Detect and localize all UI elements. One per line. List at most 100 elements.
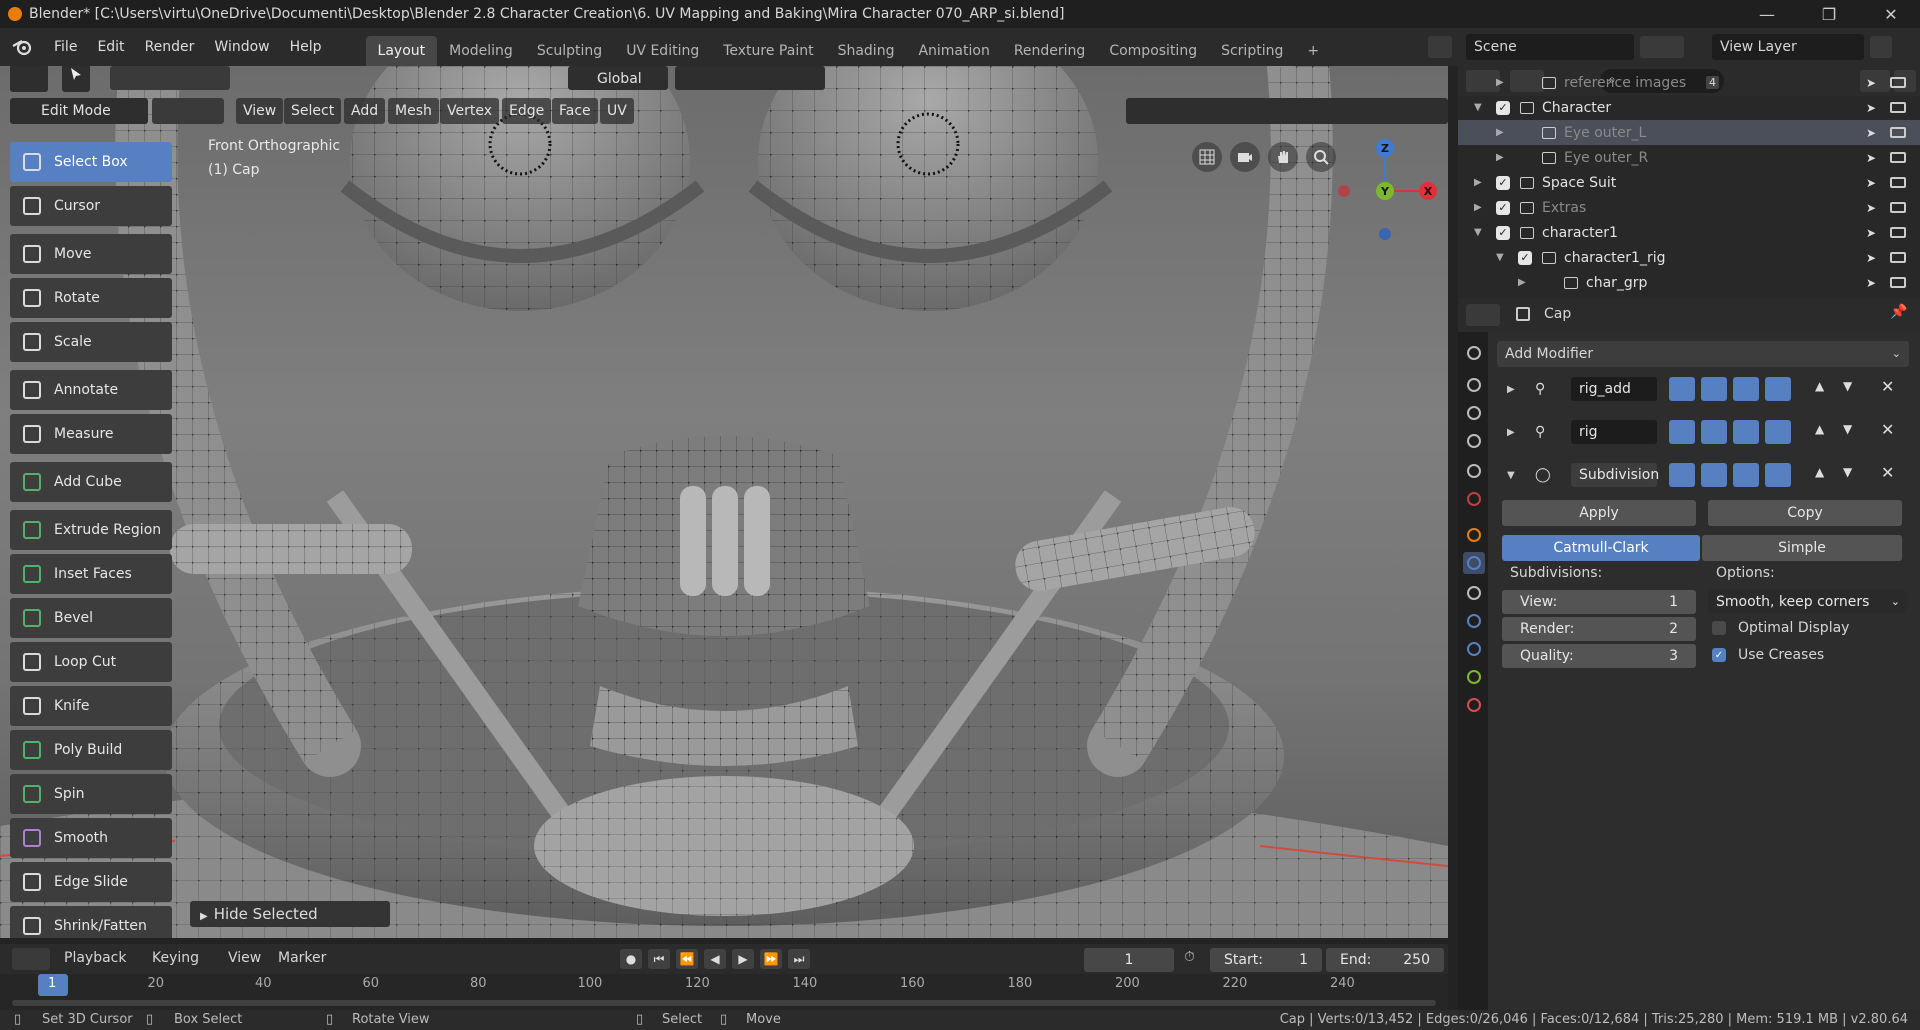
tool-edge-slide[interactable]: Edge Slide — [10, 862, 172, 902]
outliner-row[interactable]: ▶ reference images 4 ➤ — [1458, 70, 1920, 95]
cage-toggle-icon[interactable] — [1765, 463, 1791, 487]
outliner-row[interactable]: ▼ ✓ character1 ➤ — [1458, 220, 1920, 245]
tab-animation[interactable]: Animation — [906, 36, 1001, 66]
disclosure-triangle-icon[interactable]: ▶ — [1518, 277, 1526, 288]
tool-spin[interactable]: Spin — [10, 774, 172, 814]
stopwatch-icon[interactable]: ⏱ — [1184, 949, 1195, 965]
view-layer-selector[interactable]: View Layer — [1712, 34, 1864, 60]
selectable-arrow-icon[interactable]: ➤ — [1866, 101, 1876, 115]
tool-measure[interactable]: Measure — [10, 414, 172, 454]
selectable-arrow-icon[interactable]: ➤ — [1866, 276, 1876, 290]
properties-editor-icon[interactable] — [1466, 304, 1500, 326]
minimize-button[interactable]: — — [1744, 0, 1790, 28]
mesh-select-mode-buttons[interactable] — [152, 98, 224, 124]
outliner-row[interactable]: ▼ ✓ Character ➤ — [1458, 95, 1920, 120]
timeline-scrubber[interactable]: 1 20 40 60 80 100 120 140 160 180 200 220 240 — [0, 974, 1448, 1010]
selectable-arrow-icon[interactable]: ➤ — [1866, 226, 1876, 240]
copy-button[interactable]: Copy — [1708, 500, 1902, 526]
tool-scale[interactable]: Scale — [10, 322, 172, 362]
simple-button[interactable]: Simple — [1702, 535, 1902, 561]
play-icon[interactable]: ▶ — [732, 949, 754, 969]
outliner-row[interactable]: ▶ Eye outer_L ➤ — [1458, 120, 1920, 145]
scene-browse-icon[interactable] — [1428, 36, 1452, 58]
quality-field[interactable]: Quality: 3 — [1502, 644, 1696, 668]
selectable-arrow-icon[interactable]: ➤ — [1866, 76, 1876, 90]
scene-selector[interactable]: Scene — [1466, 34, 1634, 60]
menu-file[interactable]: File — [44, 28, 87, 66]
cage-toggle-icon[interactable] — [1765, 377, 1791, 401]
tool-tab-icon[interactable] — [1463, 342, 1485, 364]
move-down-icon[interactable]: ▼ — [1843, 379, 1852, 393]
collapse-icon[interactable]: ▼ — [1507, 470, 1515, 481]
scene-tab-icon[interactable] — [1463, 460, 1485, 482]
tool-rotate[interactable]: Rotate — [10, 278, 172, 318]
modifier-rig-add[interactable]: ▶ ⚲ rig_add ▲ ▼ ✕ — [1497, 374, 1915, 404]
disclosure-triangle-icon[interactable]: ▶ — [1474, 177, 1482, 188]
modifier-subdivision[interactable]: ▼ ◯ Subdivision ▲ ▼ ✕ — [1497, 460, 1915, 490]
monitor-icon[interactable] — [1890, 202, 1906, 213]
end-frame-field[interactable]: End: 250 — [1326, 948, 1444, 972]
start-frame-field[interactable]: Start: 1 — [1210, 948, 1322, 972]
selectable-arrow-icon[interactable]: ➤ — [1866, 201, 1876, 215]
render-toggle-icon[interactable] — [1669, 420, 1695, 444]
menu-render[interactable]: Render — [135, 28, 205, 66]
outliner-row[interactable]: ▶ ✓ Extras ➤ — [1458, 195, 1920, 220]
add-modifier-dropdown[interactable]: Add Modifier ⌄ — [1497, 341, 1909, 367]
outliner-row[interactable]: ▼ ✓ character1_rig ➤ — [1458, 245, 1920, 270]
apply-button[interactable]: Apply — [1502, 500, 1696, 526]
monitor-icon[interactable] — [1890, 277, 1906, 288]
disclosure-triangle-icon[interactable]: ▶ — [1474, 202, 1482, 213]
monitor-icon[interactable] — [1890, 177, 1906, 188]
jump-start-icon[interactable]: ⏮ — [648, 949, 670, 969]
menu-vertex[interactable]: Vertex — [440, 98, 500, 124]
disclosure-triangle-icon[interactable]: ▶ — [1496, 127, 1504, 138]
move-up-icon[interactable]: ▲ — [1815, 379, 1824, 393]
outliner-row[interactable]: ▶ ✓ Space Suit ➤ — [1458, 170, 1920, 195]
material-tab-icon[interactable] — [1463, 694, 1485, 716]
viewport-toggle-icon[interactable] — [1701, 420, 1727, 444]
editmode-toggle-icon[interactable] — [1733, 377, 1759, 401]
world-tab-icon[interactable] — [1463, 488, 1485, 510]
checkbox-checked-icon[interactable]: ✓ — [1496, 100, 1510, 115]
tool-move[interactable]: Move — [10, 234, 172, 274]
tool-shrink-fatten[interactable]: Shrink/Fatten — [10, 906, 172, 938]
tab-texture-paint[interactable]: Texture Paint — [711, 36, 825, 66]
tool-extrude-region[interactable]: Extrude Region — [10, 510, 172, 550]
physics-tab-icon[interactable] — [1463, 610, 1485, 632]
last-operator-panel[interactable]: ▶ Hide Selected — [190, 901, 390, 927]
monitor-icon[interactable] — [1890, 152, 1906, 163]
menu-add[interactable]: Add — [344, 98, 386, 124]
move-up-icon[interactable]: ▲ — [1815, 465, 1824, 479]
selectable-arrow-icon[interactable]: ➤ — [1866, 251, 1876, 265]
cage-toggle-icon[interactable] — [1765, 420, 1791, 444]
timeline-scrollbar[interactable] — [12, 1000, 1436, 1006]
select-cursor-icon[interactable] — [62, 66, 90, 92]
viewport-shading-controls[interactable] — [1126, 98, 1448, 124]
maximize-button[interactable]: ❐ — [1806, 0, 1852, 28]
remove-modifier-icon[interactable]: ✕ — [1881, 463, 1894, 482]
render-tab-icon[interactable] — [1463, 374, 1485, 396]
tool-select-box[interactable]: Select Box — [10, 142, 172, 182]
current-frame-field[interactable]: 1 — [1084, 948, 1174, 972]
play-reverse-icon[interactable]: ◀ — [704, 949, 726, 969]
pan-hand-icon[interactable] — [1268, 142, 1298, 172]
tab-uv-editing[interactable]: UV Editing — [614, 36, 711, 66]
menu-face[interactable]: Face — [552, 98, 598, 124]
view-levels-field[interactable]: View: 1 — [1502, 590, 1696, 614]
menu-view[interactable]: View — [236, 98, 284, 124]
close-button[interactable]: ✕ — [1868, 0, 1914, 28]
tab-sculpting[interactable]: Sculpting — [525, 36, 614, 66]
outliner[interactable]: ⌕ ▶ reference images 4 ➤ ▼ ✓ Character ➤ ▶ Eye ou… — [1458, 66, 1920, 298]
menu-edit[interactable]: Edit — [87, 28, 134, 66]
monitor-icon[interactable] — [1890, 77, 1906, 88]
menu-playback[interactable]: Playback — [64, 950, 126, 966]
outliner-row[interactable]: ▶ char_grp ➤ — [1458, 270, 1920, 295]
tab-modeling[interactable]: Modeling — [437, 36, 525, 66]
axis-gizmo[interactable]: Z X Y — [1330, 136, 1440, 246]
selectable-arrow-icon[interactable]: ➤ — [1866, 126, 1876, 140]
expand-icon[interactable]: ▶ — [1507, 384, 1515, 395]
move-down-icon[interactable]: ▼ — [1843, 465, 1852, 479]
tool-poly-build[interactable]: Poly Build — [10, 730, 172, 770]
use-creases-checkbox[interactable]: ✓ Use Creases — [1712, 647, 1824, 663]
select-mode-buttons[interactable] — [110, 66, 230, 90]
